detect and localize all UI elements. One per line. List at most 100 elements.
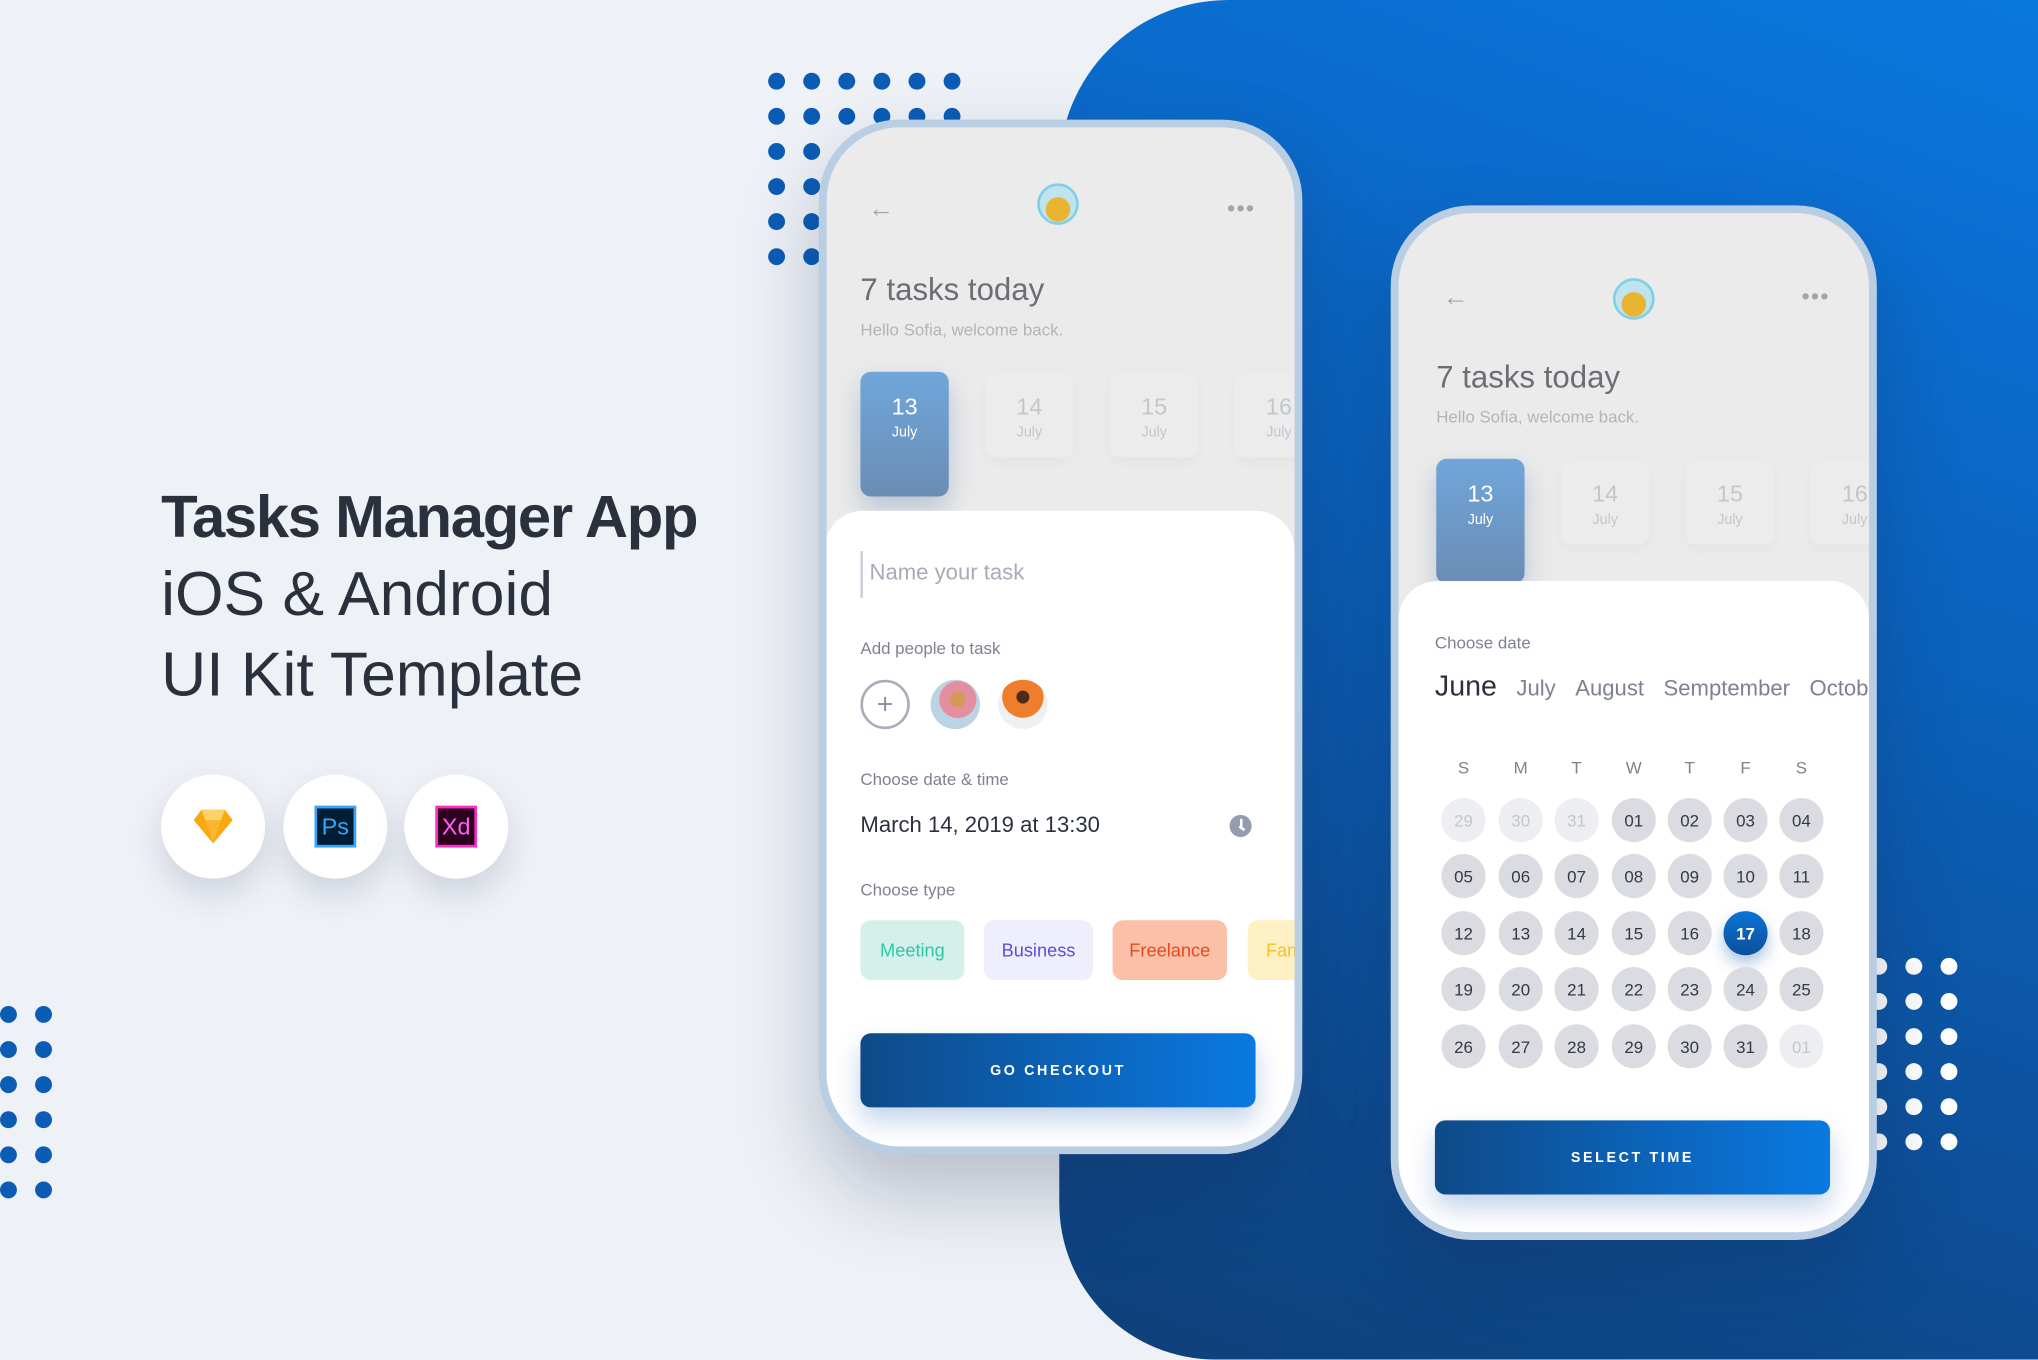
- people-label: Add people to task: [860, 638, 1001, 658]
- date-card[interactable]: 13 July: [860, 371, 949, 497]
- calendar-day[interactable]: 30: [1667, 1024, 1712, 1069]
- pattern-dot: [1905, 993, 1923, 1010]
- date-card[interactable]: 14 July: [985, 371, 1074, 458]
- calendar-day[interactable]: 30: [1498, 798, 1543, 843]
- calendar-day[interactable]: 31: [1554, 798, 1599, 843]
- pattern-dot: [0, 1041, 17, 1058]
- photoshop-badge: Ps: [283, 774, 388, 879]
- date-card[interactable]: 15 July: [1685, 458, 1775, 545]
- calendar-day[interactable]: 26: [1441, 1024, 1486, 1069]
- date-month: July: [1467, 512, 1494, 528]
- date-card[interactable]: 15 July: [1109, 371, 1199, 458]
- calendar-day[interactable]: 17: [1723, 911, 1768, 956]
- month-tab[interactable]: Semptember: [1664, 676, 1791, 702]
- calendar-day[interactable]: 18: [1779, 911, 1824, 956]
- date-card[interactable]: 16 July: [1810, 458, 1870, 545]
- calendar-day[interactable]: 09: [1667, 853, 1712, 899]
- calendar-day[interactable]: 19: [1441, 967, 1486, 1012]
- pattern-dot: [0, 1076, 17, 1094]
- weekday-label: W: [1625, 757, 1642, 778]
- person-avatar[interactable]: [930, 679, 981, 730]
- calendar-day[interactable]: 03: [1723, 798, 1768, 843]
- calendar-day[interactable]: 01: [1779, 1024, 1824, 1069]
- pattern-dot: [1905, 1063, 1923, 1081]
- calendar-day[interactable]: 29: [1611, 1024, 1656, 1069]
- calendar-day[interactable]: 10: [1723, 853, 1768, 899]
- type-chip-freelance[interactable]: Freelance: [1112, 920, 1227, 981]
- calendar-day[interactable]: 20: [1498, 967, 1543, 1012]
- type-chip-family[interactable]: Family: [1247, 920, 1295, 981]
- datetime-value[interactable]: March 14, 2019 at 13:30: [860, 812, 1100, 838]
- choose-date-panel: Choose date June July August Semptember Octo…: [1398, 580, 1869, 1233]
- calendar-day[interactable]: 29: [1441, 798, 1486, 843]
- pattern-dot: [1905, 1028, 1923, 1045]
- month-tab[interactable]: July: [1516, 676, 1555, 702]
- calendar-day[interactable]: 27: [1498, 1024, 1543, 1069]
- hero-subtitle-line2: UI Kit Template: [161, 640, 584, 710]
- weekday-label: T: [1684, 757, 1695, 778]
- pattern-dot: [1905, 957, 1923, 975]
- hero-title: Tasks Manager App: [161, 482, 698, 550]
- pattern-dot: [768, 248, 786, 266]
- calendar-day[interactable]: 04: [1779, 798, 1824, 843]
- calendar-day[interactable]: 23: [1667, 967, 1712, 1012]
- pattern-dot: [35, 1041, 52, 1058]
- calendar-day[interactable]: 12: [1441, 911, 1486, 956]
- task-name-input[interactable]: Name your task: [870, 560, 1247, 586]
- calendar-day[interactable]: 25: [1779, 967, 1824, 1012]
- date-month: July: [1592, 512, 1618, 528]
- type-chip-meeting[interactable]: Meeting: [860, 920, 965, 981]
- pattern-dot: [908, 72, 926, 90]
- date-card[interactable]: 13 July: [1436, 458, 1525, 584]
- calendar-day[interactable]: 21: [1554, 967, 1599, 1012]
- date-card[interactable]: 16 July: [1234, 371, 1295, 458]
- pattern-dot: [0, 1146, 17, 1164]
- month-tab[interactable]: October: [1810, 676, 1870, 702]
- date-day: 13: [1467, 480, 1494, 507]
- calendar-day[interactable]: 13: [1498, 911, 1543, 956]
- calendar-day[interactable]: 11: [1779, 853, 1824, 899]
- page-title: 7 tasks today: [860, 272, 1045, 309]
- month-tab[interactable]: June: [1435, 669, 1497, 703]
- user-avatar[interactable]: [1612, 278, 1655, 320]
- more-icon[interactable]: •••: [1801, 283, 1829, 310]
- month-tab[interactable]: August: [1575, 676, 1644, 702]
- hero-subtitle-line1: iOS & Android: [161, 560, 554, 630]
- calendar-day[interactable]: 07: [1554, 853, 1599, 899]
- phone-new-task: ← ••• 7 tasks today Hello Sofia, welcome…: [818, 119, 1303, 1155]
- weekday-label: F: [1740, 757, 1751, 778]
- date-month: July: [1141, 425, 1167, 441]
- calendar-day[interactable]: 02: [1667, 798, 1712, 843]
- select-time-button[interactable]: SELECT TIME: [1434, 1120, 1831, 1195]
- calendar-day[interactable]: 06: [1498, 853, 1543, 899]
- pattern-dot: [943, 72, 961, 90]
- pattern-dot: [768, 178, 786, 195]
- back-arrow-icon[interactable]: ←: [1443, 283, 1469, 313]
- calendar-day[interactable]: 08: [1611, 853, 1656, 899]
- type-chip-business[interactable]: Business: [983, 920, 1094, 981]
- calendar-day[interactable]: 15: [1611, 911, 1656, 956]
- calendar-day[interactable]: 14: [1554, 911, 1599, 956]
- date-card[interactable]: 14 July: [1560, 458, 1650, 545]
- pattern-dot: [0, 1005, 17, 1023]
- sketch-badge: [161, 774, 266, 879]
- more-icon[interactable]: •••: [1227, 195, 1255, 222]
- calendar-day[interactable]: 05: [1441, 853, 1486, 899]
- calendar-day[interactable]: 28: [1554, 1024, 1599, 1069]
- pattern-dot: [768, 107, 786, 125]
- calendar-day[interactable]: 31: [1723, 1024, 1768, 1069]
- calendar-day[interactable]: 22: [1611, 967, 1656, 1012]
- person-avatar[interactable]: [998, 679, 1048, 730]
- date-month: July: [1266, 425, 1292, 441]
- user-avatar[interactable]: [1037, 183, 1079, 225]
- calendar-day[interactable]: 01: [1611, 798, 1656, 843]
- calendar-day[interactable]: 16: [1667, 911, 1712, 956]
- back-arrow-icon[interactable]: ←: [868, 195, 894, 225]
- date-day: 16: [1265, 393, 1292, 420]
- clock-icon[interactable]: [1229, 814, 1252, 838]
- add-person-button[interactable]: +: [860, 679, 910, 730]
- calendar-day[interactable]: 24: [1723, 967, 1768, 1012]
- go-checkout-button[interactable]: GO CHECKOUT: [860, 1033, 1256, 1108]
- photoshop-icon: Ps: [314, 805, 357, 848]
- weekday-label: S: [1795, 757, 1808, 778]
